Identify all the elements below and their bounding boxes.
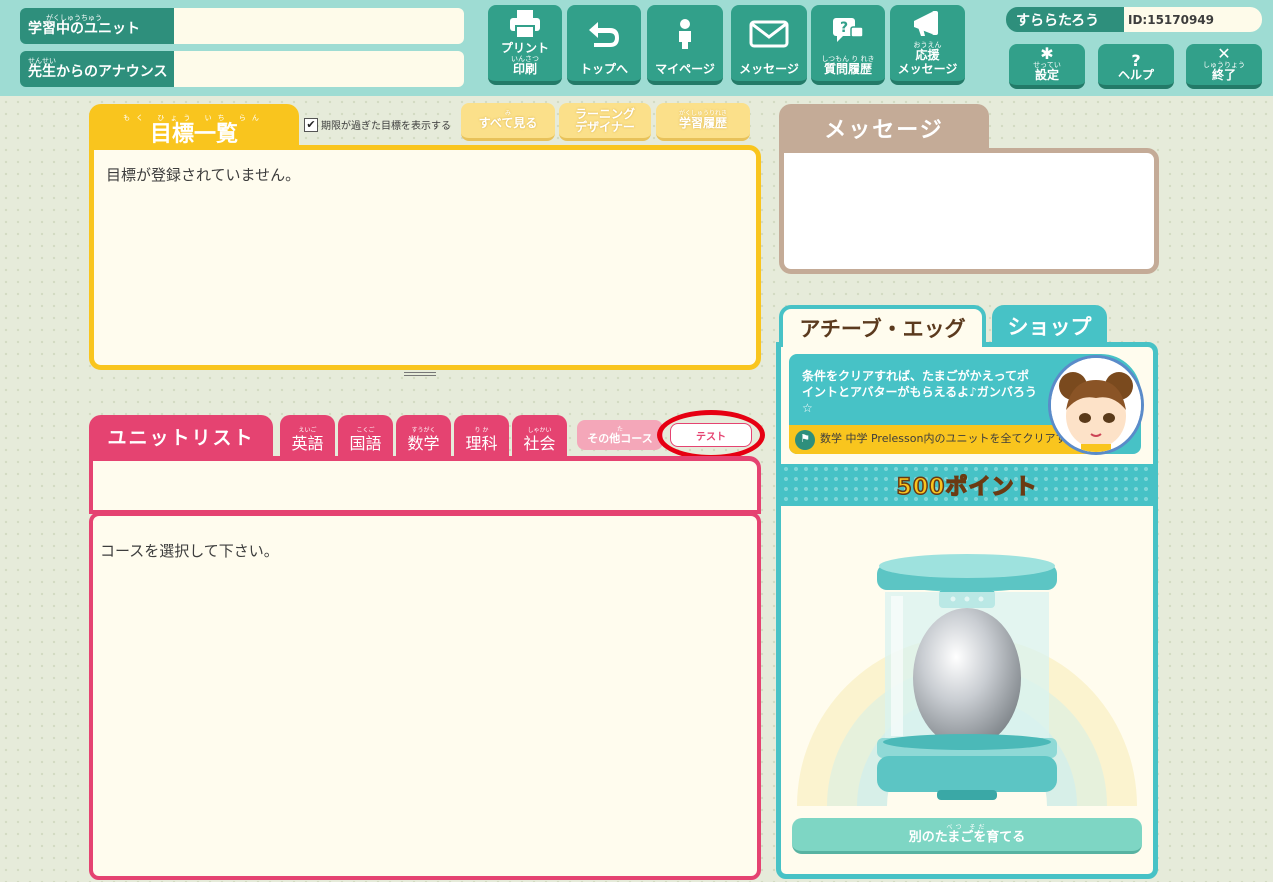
message-tab: メッセージ	[779, 104, 989, 152]
exit-label: 終了	[1211, 68, 1236, 83]
other-courses-label: その他コース	[587, 431, 653, 445]
goals-resize-handle[interactable]	[404, 372, 436, 376]
settings-button[interactable]: ✱ せってい 設定	[1009, 44, 1085, 89]
japanese-label: 国語	[349, 434, 382, 453]
grow-label: 別のたまごを育てる	[908, 829, 1026, 845]
english-label: 英語	[291, 434, 324, 453]
goals-tab: もく ひょう いち らん 目標一覧	[89, 104, 299, 148]
unit-list-tab: ユニットリスト	[89, 415, 273, 457]
help-icon: ?	[1131, 51, 1141, 71]
announce-label-box: せんせい 先生からのアナウンス	[20, 51, 174, 87]
math-label: 数学	[407, 434, 440, 453]
current-unit-label-box: がくしゅうちゅう 学習中のユニット	[20, 8, 174, 44]
goals-ruby: もく ひょう いち らん	[123, 114, 265, 122]
learning-history-label: 学習履歴	[678, 116, 727, 131]
science-label: 理科	[465, 434, 498, 453]
user-name: すららたろう	[1006, 7, 1124, 32]
print-label: プリント	[500, 41, 549, 56]
announce-field	[174, 51, 464, 87]
points-value: 500ポイント	[896, 474, 1038, 501]
print-label2: 印刷	[512, 62, 537, 77]
exit-button[interactable]: ✕ しゅうりょう 終了	[1186, 44, 1262, 89]
egg-info-text: 条件をクリアすれば、たまごがかえってポイントとアバターがもらえるよ♪ガンバろう☆	[802, 369, 1037, 416]
points-bar: 500ポイント	[781, 464, 1153, 506]
tab-social[interactable]: しゃかい 社会	[512, 415, 567, 457]
back-arrow-icon	[586, 5, 622, 63]
egg-condition-text: 数学 中学 Prelesson内のユニットを全てクリアする	[820, 432, 1078, 446]
top-button[interactable]: トップへ	[567, 5, 641, 85]
megaphone-icon	[910, 5, 946, 42]
announce-row: せんせい 先生からのアナウンス	[20, 51, 464, 87]
learning-history-button[interactable]: がくしゅうりれき 学習履歴	[656, 103, 750, 141]
mypage-button[interactable]: マイページ	[647, 5, 723, 85]
social-label: 社会	[523, 434, 556, 453]
print-button[interactable]: プリント いんさつ 印刷	[488, 5, 562, 85]
top-label: トップへ	[579, 62, 628, 77]
flag-icon: ⚑	[795, 429, 815, 450]
cheer-message-button[interactable]: おうえん 応援 メッセージ	[890, 5, 965, 85]
goals-empty-message: 目標が登録されていません。	[106, 166, 301, 184]
message-label: メッセージ	[739, 62, 799, 77]
egg-capsule-image	[781, 506, 1153, 810]
show-expired-label: 期限が過ぎた目標を表示する	[321, 121, 451, 132]
tab-science[interactable]: り か 理科	[454, 415, 509, 457]
checkmark-icon[interactable]: ✔	[304, 117, 318, 132]
mypage-label: マイページ	[655, 62, 715, 77]
tab-english[interactable]: えいご 英語	[280, 415, 335, 457]
announce-label: 先生からのアナウンス	[28, 64, 168, 81]
see-all-label: すべて見る	[478, 116, 538, 131]
learning-designer-label2: デザイナー	[575, 119, 635, 134]
goals-panel: 目標が登録されていません。	[89, 145, 761, 370]
goals-title: 目標一覧	[149, 122, 238, 147]
question-bubble-icon: ?	[831, 5, 865, 56]
help-button[interactable]: ? ヘルプ	[1098, 44, 1174, 89]
help-label: ヘルプ	[1117, 68, 1154, 83]
settings-label: 設定	[1034, 68, 1059, 83]
course-filter-area	[89, 456, 761, 514]
message-button[interactable]: メッセージ	[731, 5, 807, 85]
avatar	[1048, 355, 1144, 455]
learning-designer-label: ラーニング	[574, 106, 635, 121]
question-history-button[interactable]: ? しつもん り れき 質問履歴	[811, 5, 885, 85]
tab-math[interactable]: すうがく 数学	[396, 415, 451, 457]
printer-icon	[508, 5, 542, 42]
unit-list-panel: コースを選択して下さい。	[89, 512, 761, 880]
tab-shop[interactable]: ショップ	[992, 305, 1107, 347]
person-icon	[675, 5, 695, 63]
svg-text:?: ?	[840, 20, 848, 36]
see-all-button[interactable]: み すべて見る	[461, 103, 555, 141]
current-unit-label: 学習中のユニット	[28, 21, 140, 38]
highlight-circle	[657, 410, 765, 460]
tab-other-courses[interactable]: た その他コース	[577, 420, 663, 450]
egg-condition: ⚑ 数学 中学 Prelesson内のユニットを全てクリアする	[789, 425, 1089, 454]
current-unit-row: がくしゅうちゅう 学習中のユニット	[20, 8, 464, 44]
user-id: ID:15170949	[1124, 7, 1262, 32]
user-info: すららたろう ID:15170949	[1006, 7, 1262, 32]
learning-designer-button[interactable]: ラーニング デザイナー	[559, 103, 651, 141]
gear-icon: ✱	[1040, 44, 1054, 64]
current-unit-field	[174, 8, 464, 44]
cheer-message-label: 応援	[915, 48, 940, 63]
cheer-message-label2: メッセージ	[897, 62, 958, 77]
show-expired-checkbox[interactable]: ✔ 期限が過ぎた目標を表示する	[304, 117, 451, 132]
course-select-prompt: コースを選択して下さい。	[100, 542, 279, 560]
question-history-label: 質問履歴	[823, 62, 872, 77]
tab-japanese[interactable]: こくご 国語	[338, 415, 393, 457]
envelope-icon	[749, 5, 789, 63]
close-icon: ✕	[1217, 44, 1231, 64]
grow-another-egg-button[interactable]: べつ そだ 別のたまごを育てる	[792, 818, 1142, 854]
message-panel	[779, 148, 1159, 274]
achieve-egg-label: アチーブ・エッグ	[783, 309, 982, 347]
tab-achieve-egg[interactable]: アチーブ・エッグ	[779, 305, 986, 347]
